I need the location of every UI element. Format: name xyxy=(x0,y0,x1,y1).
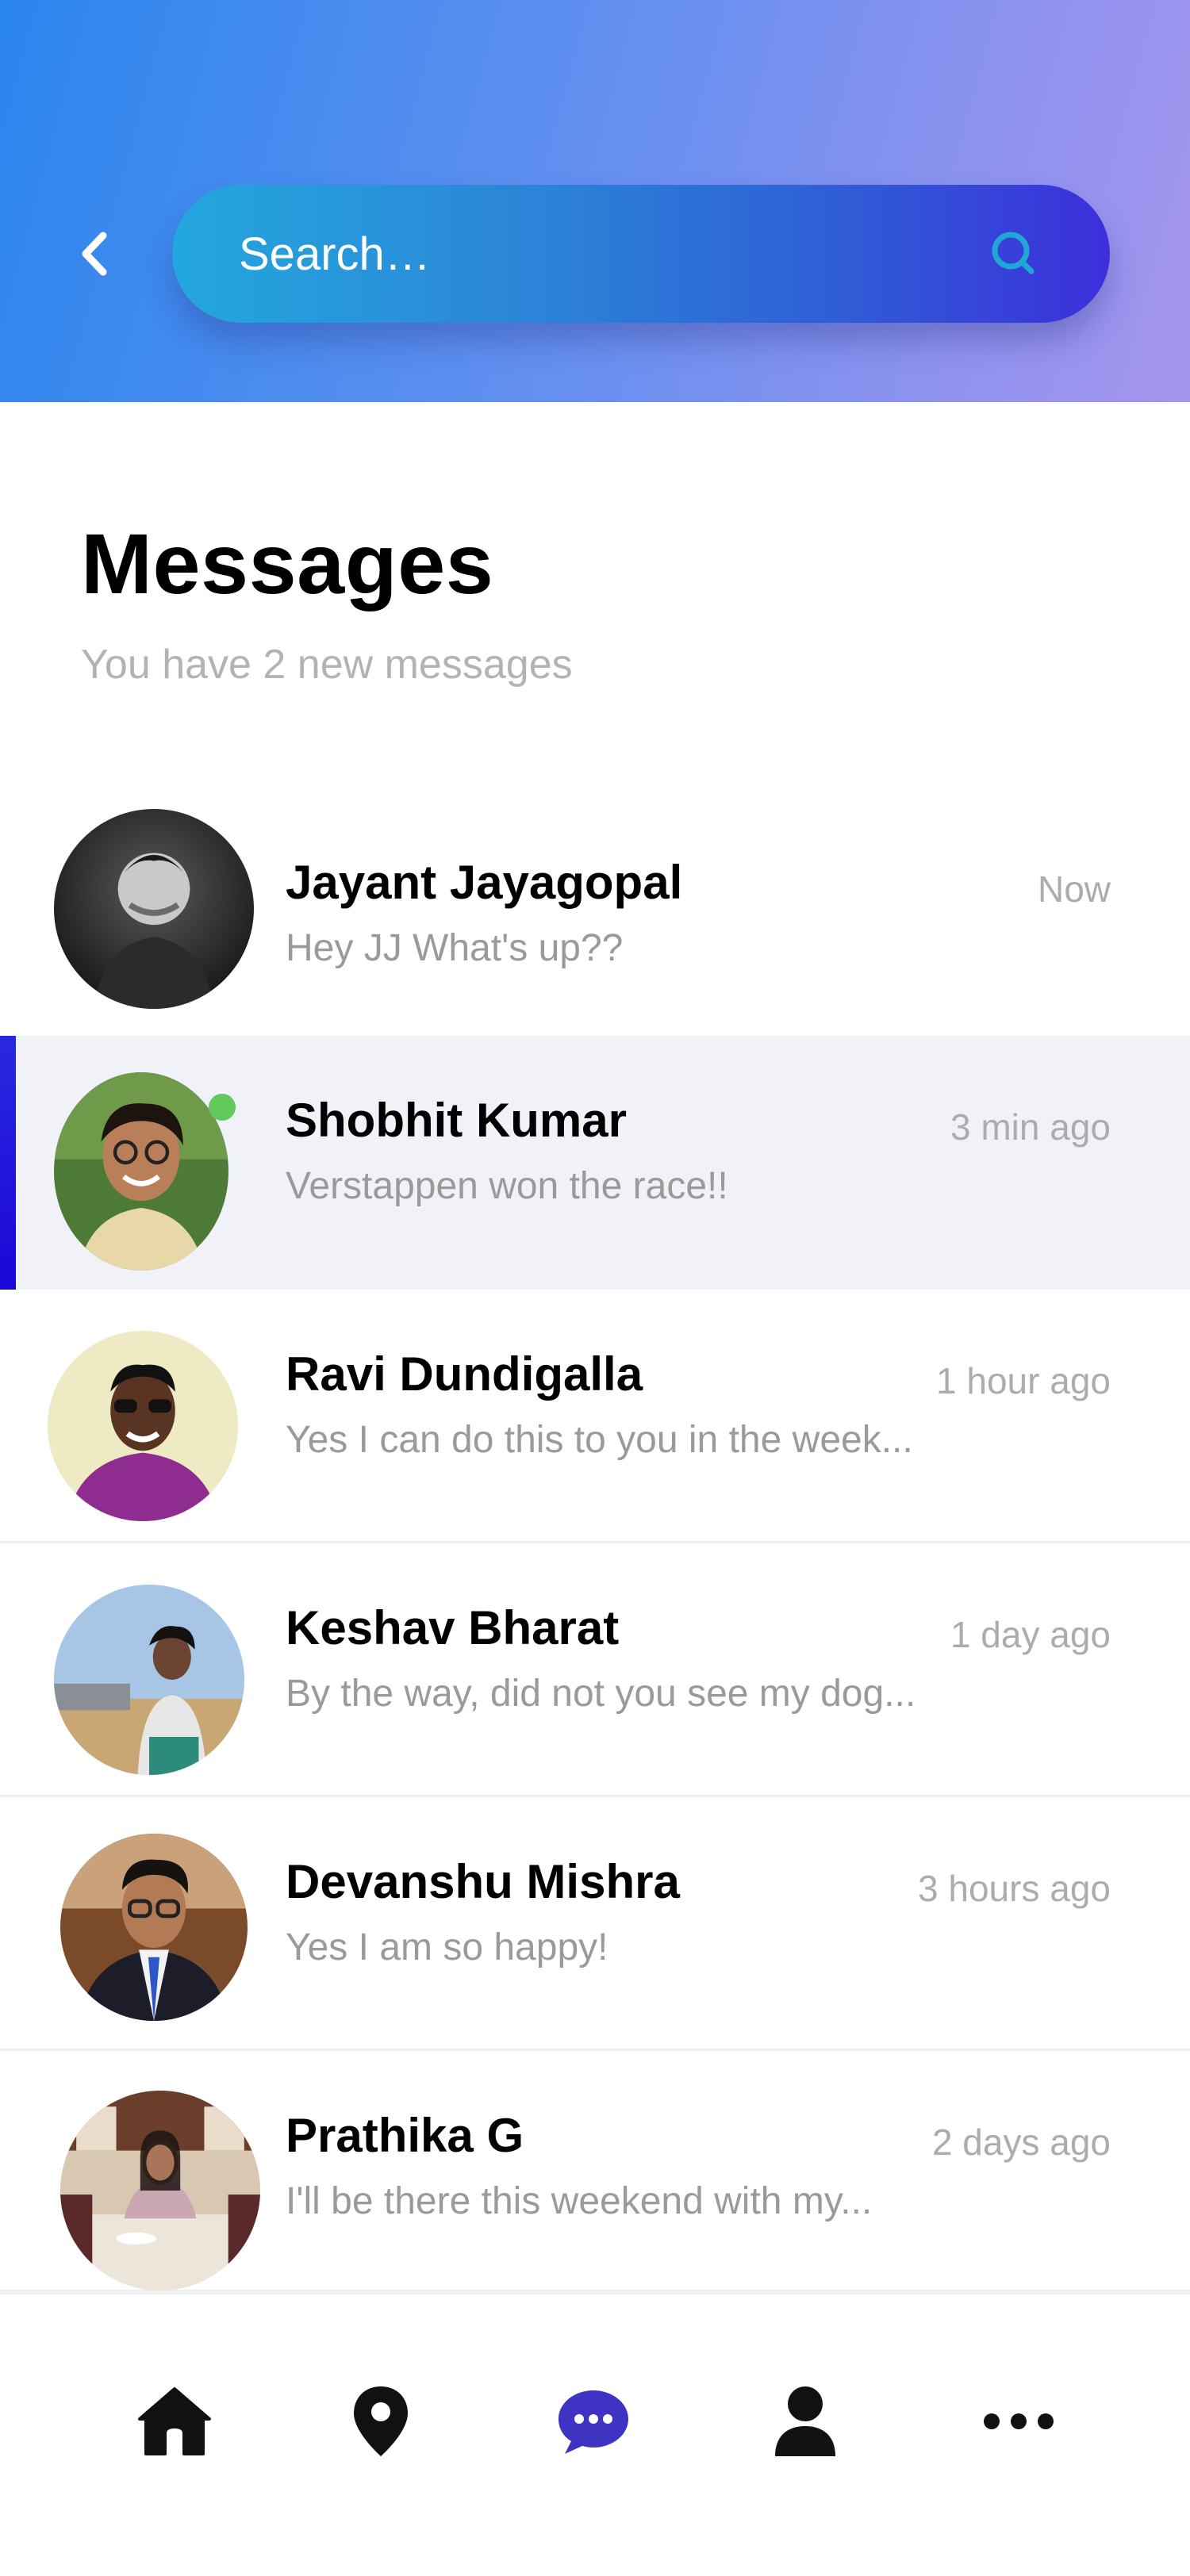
message-row[interactable]: Jayant Jayagopal Hey JJ What's up?? Now xyxy=(0,798,1190,1052)
avatar xyxy=(60,2091,260,2290)
page-title: Messages xyxy=(81,516,494,611)
message-time: 1 day ago xyxy=(950,1614,1111,1655)
message-row[interactable]: Keshav Bharat By the way, did not you se… xyxy=(0,1543,1190,1797)
bottom-navigation xyxy=(0,2292,1190,2576)
avatar xyxy=(54,809,254,1009)
message-time: 1 hour ago xyxy=(936,1360,1111,1401)
avatar xyxy=(54,1585,244,1775)
message-preview: I'll be there this weekend with my... xyxy=(286,2180,873,2222)
message-preview: Yes I am so happy! xyxy=(286,1926,608,1968)
contact-name: Shobhit Kumar xyxy=(286,1094,627,1147)
nav-home[interactable] xyxy=(127,2374,222,2469)
nav-profile[interactable] xyxy=(758,2374,853,2469)
message-time: Now xyxy=(1037,868,1111,910)
nav-location[interactable] xyxy=(333,2374,428,2469)
search-bar xyxy=(172,185,1110,323)
more-icon xyxy=(984,2413,1054,2429)
nav-more[interactable] xyxy=(971,2374,1066,2469)
message-row[interactable]: Ravi Dundigalla Yes I can do this to you… xyxy=(0,1290,1190,1543)
message-preview: Hey JJ What's up?? xyxy=(286,927,624,969)
message-time: 3 min ago xyxy=(950,1106,1111,1148)
contact-name: Jayant Jayagopal xyxy=(286,856,683,909)
chat-bubble-icon xyxy=(559,2390,628,2454)
avatar xyxy=(54,1072,228,1271)
message-row[interactable]: Prathika G I'll be there this weekend wi… xyxy=(0,2051,1190,2292)
avatar xyxy=(60,1834,248,2021)
message-row[interactable]: Devanshu Mishra Yes I am so happy! 3 hou… xyxy=(0,1797,1190,2051)
message-time: 3 hours ago xyxy=(918,1868,1111,1909)
search-button[interactable] xyxy=(981,221,1046,286)
search-icon xyxy=(992,232,1035,274)
nav-chat[interactable] xyxy=(546,2374,641,2469)
search-input[interactable] xyxy=(239,217,953,291)
new-messages-count: You have 2 new messages xyxy=(81,642,573,688)
online-status-dot xyxy=(209,1094,236,1121)
contact-name: Prathika G xyxy=(286,2109,524,2162)
back-button[interactable] xyxy=(67,222,122,286)
messages-screen: Messages You have 2 new messages Jayant … xyxy=(0,0,1190,2576)
contact-name: Devanshu Mishra xyxy=(286,1855,680,1908)
header-banner xyxy=(0,0,1190,402)
contact-name: Keshav Bharat xyxy=(286,1601,620,1654)
message-row[interactable]: Shobhit Kumar Verstappen won the race!! … xyxy=(0,1036,1190,1290)
message-preview: Verstappen won the race!! xyxy=(286,1165,728,1207)
chevron-left-icon xyxy=(82,232,107,276)
active-indicator xyxy=(0,1036,16,1290)
message-preview: Yes I can do this to you in the week... xyxy=(286,1419,913,1461)
location-pin-icon xyxy=(354,2386,408,2456)
message-time: 2 days ago xyxy=(931,2122,1111,2163)
user-icon xyxy=(775,2386,835,2456)
home-icon xyxy=(138,2387,211,2455)
avatar xyxy=(48,1331,238,1521)
message-preview: By the way, did not you see my dog... xyxy=(286,1673,916,1715)
contact-name: Ravi Dundigalla xyxy=(286,1347,643,1401)
